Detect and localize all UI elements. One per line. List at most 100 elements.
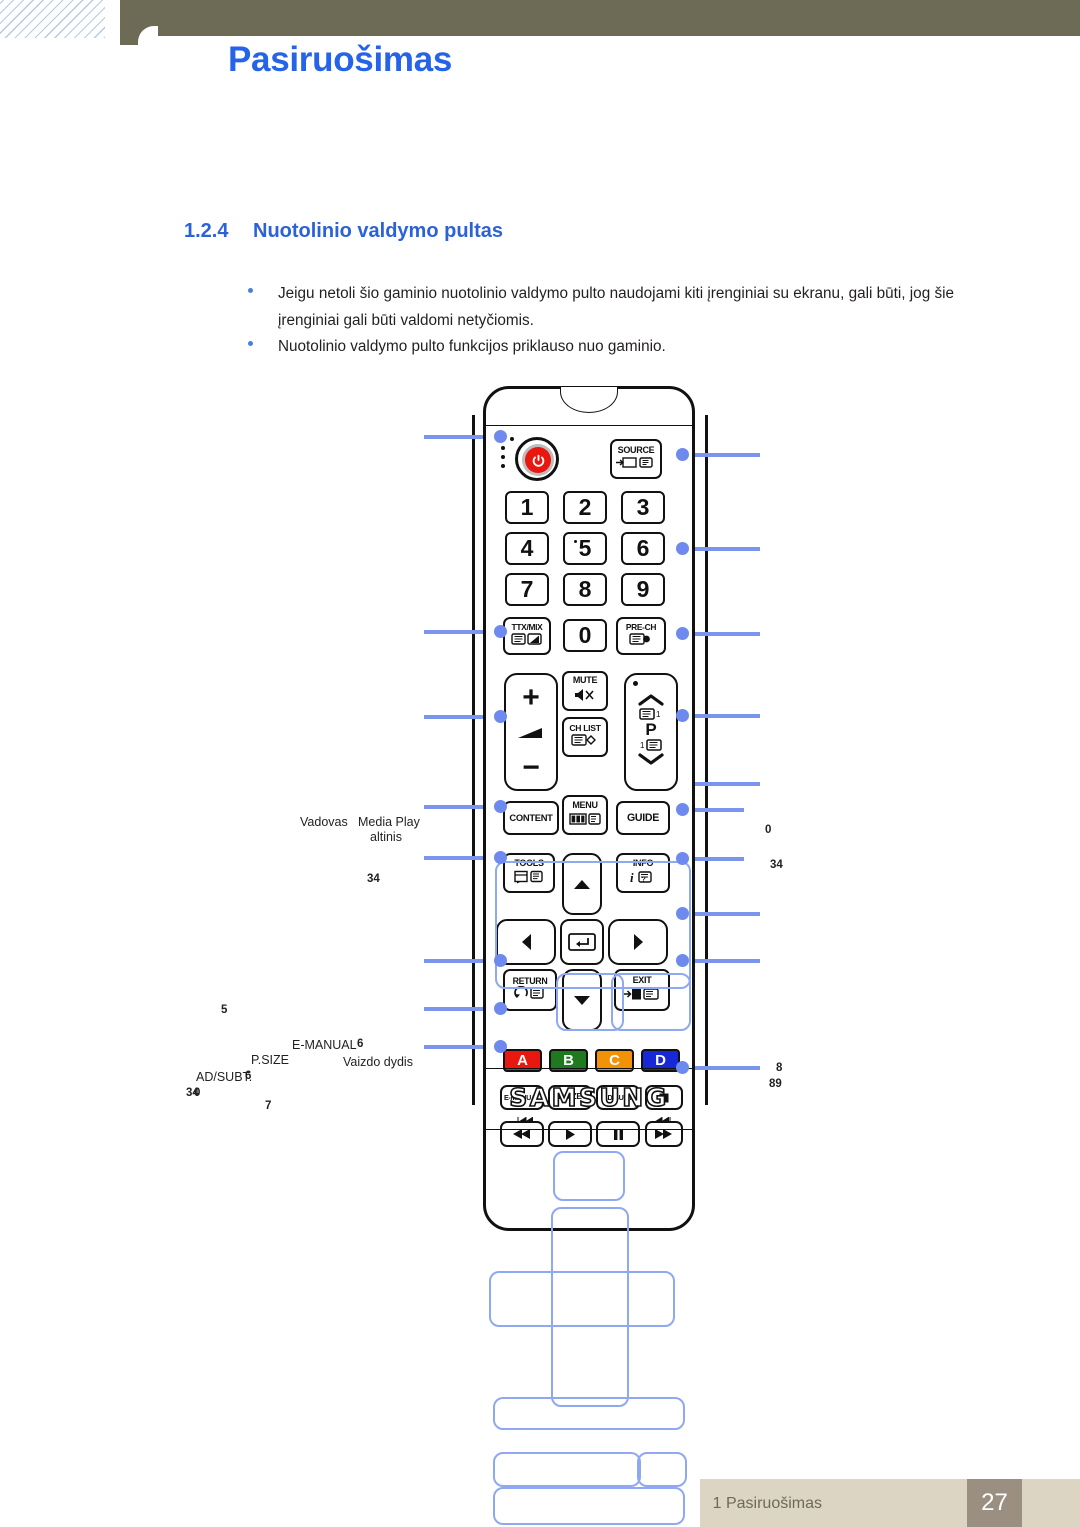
power-icon	[525, 447, 551, 473]
number-button-4[interactable]: 4	[505, 532, 549, 565]
header-hatch-decoration	[0, 0, 105, 38]
pre-ch-button[interactable]: PRE-CH	[616, 617, 666, 655]
fast-forward-button[interactable]	[645, 1121, 683, 1147]
manual-page: Pasiruošimas 1.2.4 Nuotolinio valdymo pu…	[0, 0, 1080, 1527]
remote-divider-bottom-1	[486, 1068, 692, 1069]
ch-list-button[interactable]: CH LIST	[562, 717, 608, 757]
figure-label: altinis	[370, 830, 402, 844]
callout-node-right	[676, 803, 689, 816]
highlight-dpad	[551, 1207, 629, 1407]
bullet-text: Jeigu netoli šio gaminio nuotolinio vald…	[278, 285, 955, 329]
callout-node-right	[676, 709, 689, 722]
dpad-down-button[interactable]	[562, 969, 602, 1031]
menu-label: MENU	[572, 800, 598, 811]
return-icon	[513, 986, 547, 1003]
chevron-up-icon	[638, 694, 664, 706]
number-button-3[interactable]: 3	[621, 491, 665, 524]
callout-node-left	[494, 430, 507, 443]
rewind-button[interactable]	[500, 1121, 544, 1147]
return-button[interactable]: RETURN	[503, 969, 557, 1011]
number-button-9[interactable]: 9	[621, 573, 665, 606]
volume-rocker[interactable]: + −	[504, 673, 558, 791]
callout-node-left	[494, 954, 507, 967]
callout-node-left	[494, 625, 507, 638]
remote-divider-bottom-2	[486, 1129, 692, 1130]
section-number: 1.2.4	[184, 220, 229, 242]
number-button-1[interactable]: 1	[505, 491, 549, 524]
color-button-label: C	[609, 1052, 620, 1069]
figure-label: Vaizdo dydis	[343, 1055, 413, 1069]
number-button-2[interactable]: 2	[563, 491, 607, 524]
number-button-6[interactable]: 6	[621, 532, 665, 565]
triangle-up-icon	[574, 879, 590, 889]
tools-button[interactable]: TOOLS	[503, 853, 555, 893]
bullet-text: Nuotolinio valdymo pulto funkcijos prikl…	[278, 338, 666, 355]
channel-up-icon: 1	[639, 708, 661, 720]
callout-node-right	[676, 1061, 689, 1074]
page-title: Pasiruošimas	[228, 40, 453, 79]
exit-label: EXIT	[632, 975, 652, 986]
color-button-label: A	[517, 1052, 528, 1069]
guide-button[interactable]: GUIDE	[616, 801, 670, 835]
remote-top-dip	[560, 387, 618, 413]
right-callout-spine	[705, 415, 709, 1105]
source-button[interactable]: SOURCE	[610, 439, 662, 479]
pause-button[interactable]	[596, 1121, 640, 1147]
remote-control-body: SOURCE 1 2 3 4 5 6 7 8 9 0 TTX/MIX PRE-C…	[483, 386, 695, 1231]
number-button-5[interactable]: 5	[563, 532, 607, 565]
dpad-up-button[interactable]	[562, 853, 602, 915]
figure-label: 0	[765, 824, 772, 836]
volume-down-label: −	[522, 751, 540, 784]
content-button[interactable]: CONTENT	[503, 801, 559, 835]
triangle-down-icon	[574, 995, 590, 1005]
info-icon: i ?	[626, 870, 660, 887]
callout-node-left	[494, 1040, 507, 1053]
tools-label: TOOLS	[514, 858, 544, 869]
number-label: 5	[578, 534, 592, 561]
channel-rocker[interactable]: 1 P 1	[624, 673, 678, 791]
volume-wave-icon	[516, 725, 546, 746]
callout-node-right	[676, 852, 689, 865]
figure-label: 7	[265, 1100, 272, 1112]
ttx-mix-button[interactable]: TTX/MIX	[503, 617, 551, 655]
mute-button[interactable]: MUTE	[562, 671, 608, 711]
callout-node-left	[494, 800, 507, 813]
pre-ch-label: PRE-CH	[625, 621, 657, 632]
volume-up-label: +	[522, 681, 540, 714]
tactile-dot-icon	[574, 540, 577, 543]
page-number: 27	[981, 1489, 1008, 1516]
dpad-enter-button[interactable]	[560, 919, 604, 965]
info-button[interactable]: INFO i ?	[616, 853, 670, 893]
power-button[interactable]	[515, 437, 559, 481]
figure-label: 6	[357, 1038, 364, 1050]
dpad-right-button[interactable]	[608, 919, 668, 965]
prech-icon	[627, 632, 655, 649]
source-icon	[616, 456, 656, 472]
figure-label: 34	[770, 859, 783, 871]
figure-label: 5	[221, 1004, 228, 1016]
channel-letter: P	[645, 720, 657, 739]
menu-button[interactable]: MENU	[562, 795, 608, 835]
figure-label: 8	[776, 1062, 783, 1074]
number-label: 4	[520, 534, 534, 561]
channel-down-icon: 1	[640, 739, 662, 751]
exit-button[interactable]: EXIT	[614, 969, 670, 1011]
svg-text:i: i	[630, 870, 634, 884]
remote-divider-top	[486, 425, 692, 426]
left-callout-spine	[472, 415, 476, 1105]
number-button-0[interactable]: 0	[563, 619, 607, 652]
figure-label: Media Play	[358, 815, 420, 829]
page-number-box: 27	[967, 1479, 1022, 1527]
number-button-7[interactable]: 7	[505, 573, 549, 606]
callout-node-right	[676, 907, 689, 920]
play-button[interactable]	[548, 1121, 592, 1147]
number-label: 1	[520, 493, 534, 520]
callout-leader-right	[684, 547, 760, 551]
number-label: 8	[578, 575, 592, 602]
tactile-dot-icon	[633, 681, 638, 686]
callout-leader-right	[684, 912, 760, 916]
number-label: 2	[578, 493, 592, 520]
number-label: 7	[520, 575, 534, 602]
number-label: 3	[636, 493, 650, 520]
number-button-8[interactable]: 8	[563, 573, 607, 606]
